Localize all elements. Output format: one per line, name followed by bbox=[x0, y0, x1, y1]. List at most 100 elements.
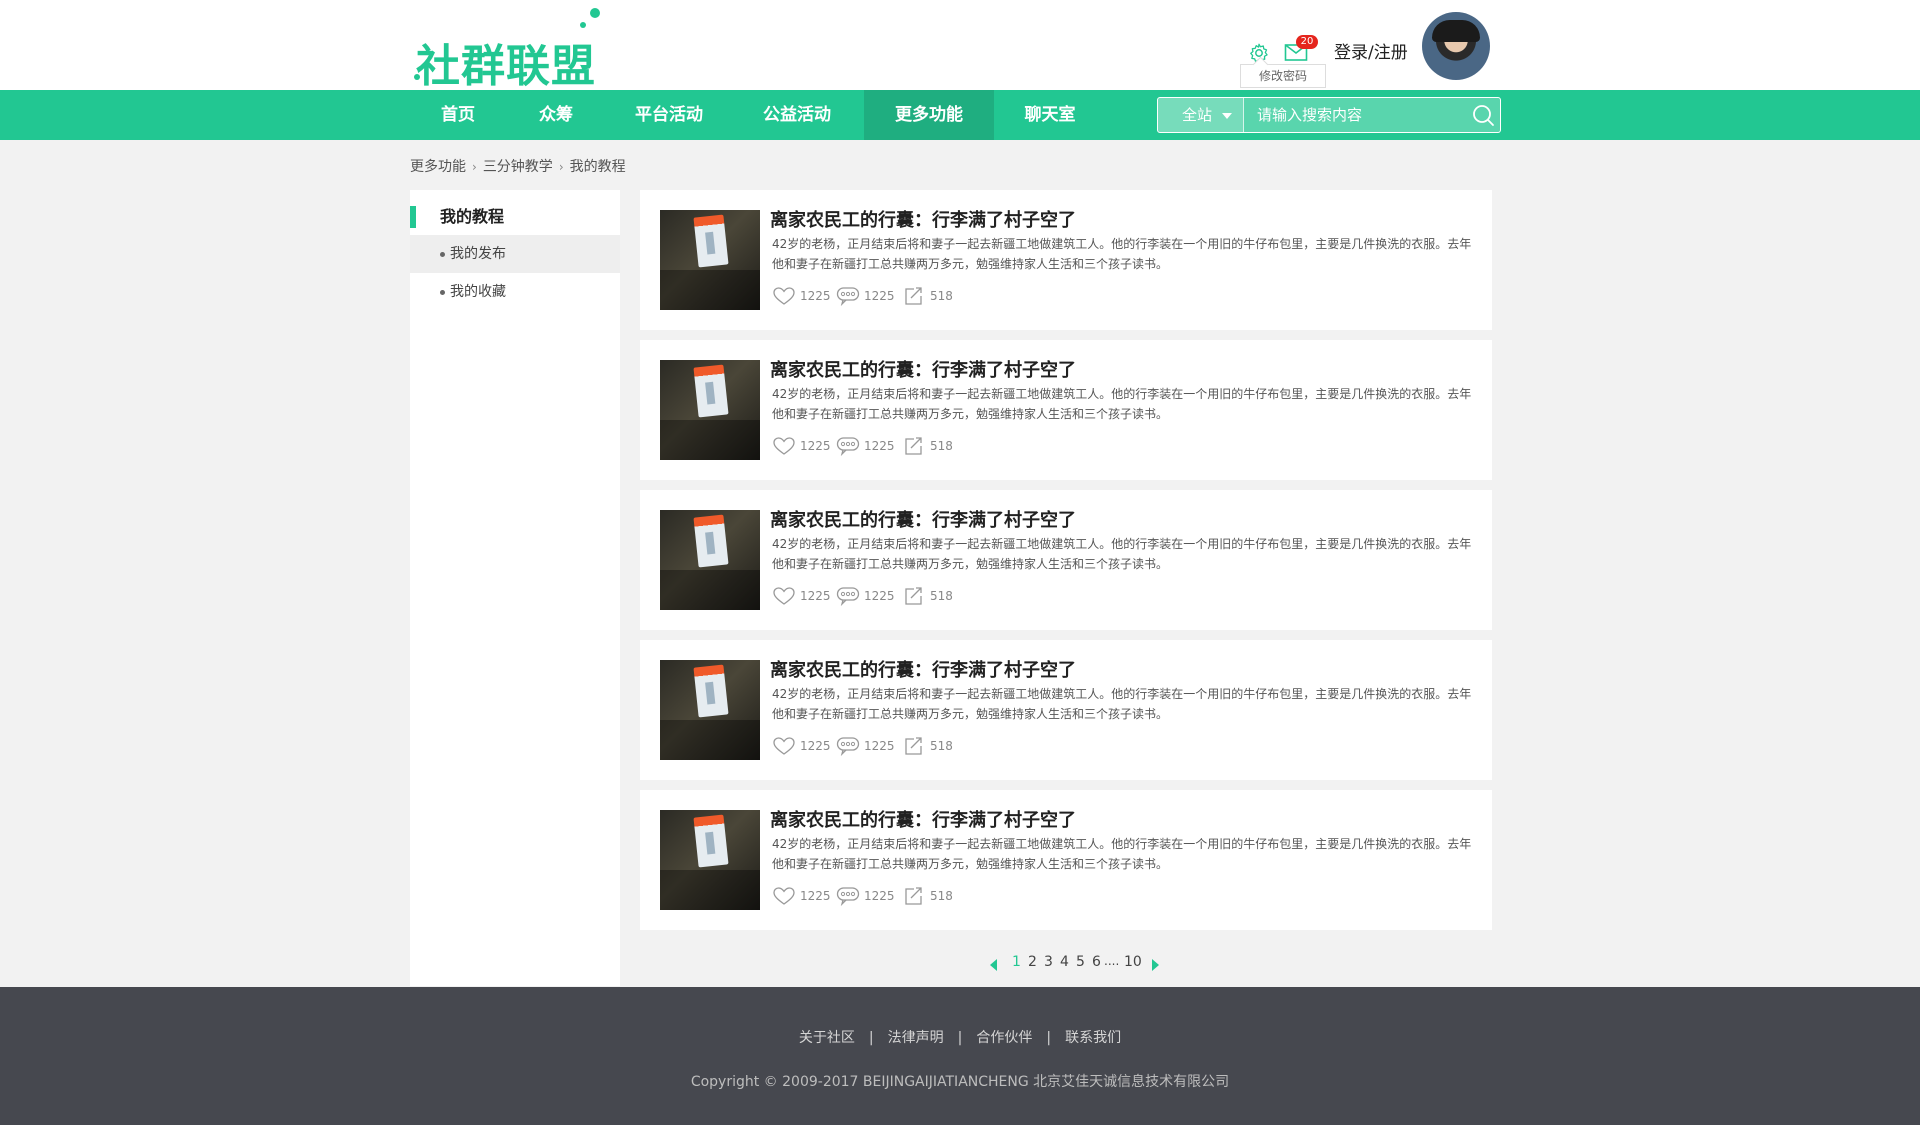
sidebar-item-my-favorites[interactable]: 我的收藏 bbox=[410, 273, 620, 311]
article-thumbnail[interactable] bbox=[660, 660, 760, 760]
article-card[interactable]: 离家农民工的行囊：行李满了村子空了 42岁的老杨，正月结束后将和妻子一起去新疆工… bbox=[640, 640, 1492, 780]
breadcrumb-item[interactable]: 更多功能 bbox=[410, 156, 466, 176]
heart-icon bbox=[773, 887, 795, 905]
article-title[interactable]: 离家农民工的行囊：行李满了村子空了 bbox=[770, 206, 1076, 232]
search-input[interactable] bbox=[1245, 98, 1465, 132]
page-number[interactable]: 1 bbox=[1012, 954, 1021, 970]
footer-link-legal[interactable]: 法律声明 bbox=[888, 1030, 944, 1046]
like-stat[interactable]: 1225 bbox=[772, 886, 832, 906]
site-logo[interactable]: 社群联盟 bbox=[412, 8, 602, 92]
article-title[interactable]: 离家农民工的行囊：行李满了村子空了 bbox=[770, 356, 1076, 382]
breadcrumb: 更多功能 › 三分钟教学 › 我的教程 bbox=[410, 156, 626, 176]
share-count: 518 bbox=[930, 439, 953, 453]
comment-stat[interactable]: 1225 bbox=[836, 736, 896, 756]
next-page-icon[interactable] bbox=[1152, 959, 1159, 971]
avatar[interactable] bbox=[1422, 12, 1490, 80]
nav-item-crowdfunding[interactable]: 众筹 bbox=[520, 90, 592, 140]
article-card[interactable]: 离家农民工的行囊：行李满了村子空了 42岁的老杨，正月结束后将和妻子一起去新疆工… bbox=[640, 490, 1492, 630]
login-register-link[interactable]: 登录/注册 bbox=[1334, 38, 1408, 63]
like-stat[interactable]: 1225 bbox=[772, 586, 832, 606]
share-stat[interactable]: 518 bbox=[902, 286, 953, 306]
footer-separator: | bbox=[1046, 1030, 1052, 1046]
sidebar-item-my-posts[interactable]: 我的发布 bbox=[410, 235, 620, 273]
comment-count: 1225 bbox=[864, 439, 895, 453]
comment-stat[interactable]: 1225 bbox=[836, 886, 896, 906]
site-footer: 关于社区 | 法律声明 | 合作伙伴 | 联系我们 Copyright © 2009-201… bbox=[0, 987, 1920, 1125]
page-ellipsis: .... bbox=[1104, 954, 1120, 968]
like-stat[interactable]: 1225 bbox=[772, 436, 832, 456]
share-stat[interactable]: 518 bbox=[902, 436, 953, 456]
footer-link-about[interactable]: 关于社区 bbox=[799, 1030, 855, 1046]
article-description: 42岁的老杨，正月结束后将和妻子一起去新疆工地做建筑工人。他的行李装在一个用旧的… bbox=[772, 537, 1472, 571]
heart-icon bbox=[773, 587, 795, 605]
search-scope-label: 全站 bbox=[1182, 106, 1213, 124]
nav-item-platform-events[interactable]: 平台活动 bbox=[622, 90, 716, 140]
settings-tooltip[interactable]: 修改密码 bbox=[1240, 64, 1326, 88]
page-number[interactable]: 5 bbox=[1076, 954, 1085, 970]
logo-dot bbox=[414, 74, 420, 80]
sidebar-title: 我的教程 bbox=[410, 204, 620, 230]
share-icon bbox=[905, 887, 922, 905]
search-icon[interactable] bbox=[1471, 103, 1495, 127]
page-number[interactable]: 2 bbox=[1028, 954, 1037, 970]
comment-stat[interactable]: 1225 bbox=[836, 586, 896, 606]
like-stat[interactable]: 1225 bbox=[772, 286, 832, 306]
article-thumbnail[interactable] bbox=[660, 210, 760, 310]
heart-icon bbox=[773, 287, 795, 305]
like-count: 1225 bbox=[800, 889, 831, 903]
nav-item-home[interactable]: 首页 bbox=[422, 90, 494, 140]
chevron-right-icon: › bbox=[558, 160, 564, 174]
sidebar-item-label: 我的收藏 bbox=[450, 284, 506, 300]
heart-icon bbox=[773, 737, 795, 755]
article-description: 42岁的老杨，正月结束后将和妻子一起去新疆工地做建筑工人。他的行李装在一个用旧的… bbox=[772, 237, 1472, 271]
comment-icon bbox=[836, 737, 860, 756]
footer-link-contact[interactable]: 联系我们 bbox=[1065, 1030, 1121, 1046]
nav-item-more-features[interactable]: 更多功能 bbox=[864, 90, 994, 140]
article-thumbnail[interactable] bbox=[660, 360, 760, 460]
sidebar: 我的教程 我的发布 我的收藏 bbox=[410, 190, 620, 986]
comment-stat[interactable]: 1225 bbox=[836, 286, 896, 306]
page-number[interactable]: 3 bbox=[1044, 954, 1053, 970]
search-scope-dropdown[interactable]: 全站 bbox=[1158, 98, 1244, 132]
share-stat[interactable]: 518 bbox=[902, 886, 953, 906]
article-thumbnail[interactable] bbox=[660, 510, 760, 610]
share-stat[interactable]: 518 bbox=[902, 736, 953, 756]
article-card[interactable]: 离家农民工的行囊：行李满了村子空了 42岁的老杨，正月结束后将和妻子一起去新疆工… bbox=[640, 340, 1492, 480]
comment-icon bbox=[836, 587, 860, 606]
comment-icon bbox=[836, 437, 860, 456]
like-count: 1225 bbox=[800, 439, 831, 453]
footer-links: 关于社区 | 法律声明 | 合作伙伴 | 联系我们 bbox=[0, 1027, 1920, 1047]
nav-item-charity-events[interactable]: 公益活动 bbox=[750, 90, 844, 140]
bullet-icon bbox=[440, 251, 445, 257]
article-title[interactable]: 离家农民工的行囊：行李满了村子空了 bbox=[770, 806, 1076, 832]
footer-link-partners[interactable]: 合作伙伴 bbox=[976, 1030, 1032, 1046]
article-card[interactable]: 离家农民工的行囊：行李满了村子空了 42岁的老杨，正月结束后将和妻子一起去新疆工… bbox=[640, 190, 1492, 330]
nav-item-chatroom[interactable]: 聊天室 bbox=[1012, 90, 1088, 140]
breadcrumb-item: 我的教程 bbox=[569, 159, 626, 175]
article-title[interactable]: 离家农民工的行囊：行李满了村子空了 bbox=[770, 506, 1076, 532]
comment-stat[interactable]: 1225 bbox=[836, 436, 896, 456]
heart-icon bbox=[773, 437, 795, 455]
like-count: 1225 bbox=[800, 289, 831, 303]
share-icon bbox=[905, 737, 922, 755]
share-count: 518 bbox=[930, 589, 953, 603]
main-nav: 首页 众筹 平台活动 公益活动 更多功能 聊天室 bbox=[0, 90, 1920, 140]
page-number-last[interactable]: 10 bbox=[1124, 954, 1142, 970]
page-number[interactable]: 4 bbox=[1060, 954, 1069, 970]
breadcrumb-item[interactable]: 三分钟教学 bbox=[483, 156, 553, 176]
page-number[interactable]: 6 bbox=[1092, 954, 1101, 970]
search-box: 全站 bbox=[1157, 97, 1501, 133]
share-count: 518 bbox=[930, 889, 953, 903]
footer-separator: | bbox=[868, 1030, 874, 1046]
share-icon bbox=[905, 437, 922, 455]
prev-page-icon[interactable] bbox=[990, 959, 997, 971]
logo-dot bbox=[580, 22, 586, 28]
share-stat[interactable]: 518 bbox=[902, 586, 953, 606]
article-description: 42岁的老杨，正月结束后将和妻子一起去新疆工地做建筑工人。他的行李装在一个用旧的… bbox=[772, 387, 1472, 421]
share-count: 518 bbox=[930, 289, 953, 303]
like-stat[interactable]: 1225 bbox=[772, 736, 832, 756]
like-count: 1225 bbox=[800, 589, 831, 603]
article-thumbnail[interactable] bbox=[660, 810, 760, 910]
article-title[interactable]: 离家农民工的行囊：行李满了村子空了 bbox=[770, 656, 1076, 682]
article-card[interactable]: 离家农民工的行囊：行李满了村子空了 42岁的老杨，正月结束后将和妻子一起去新疆工… bbox=[640, 790, 1492, 930]
